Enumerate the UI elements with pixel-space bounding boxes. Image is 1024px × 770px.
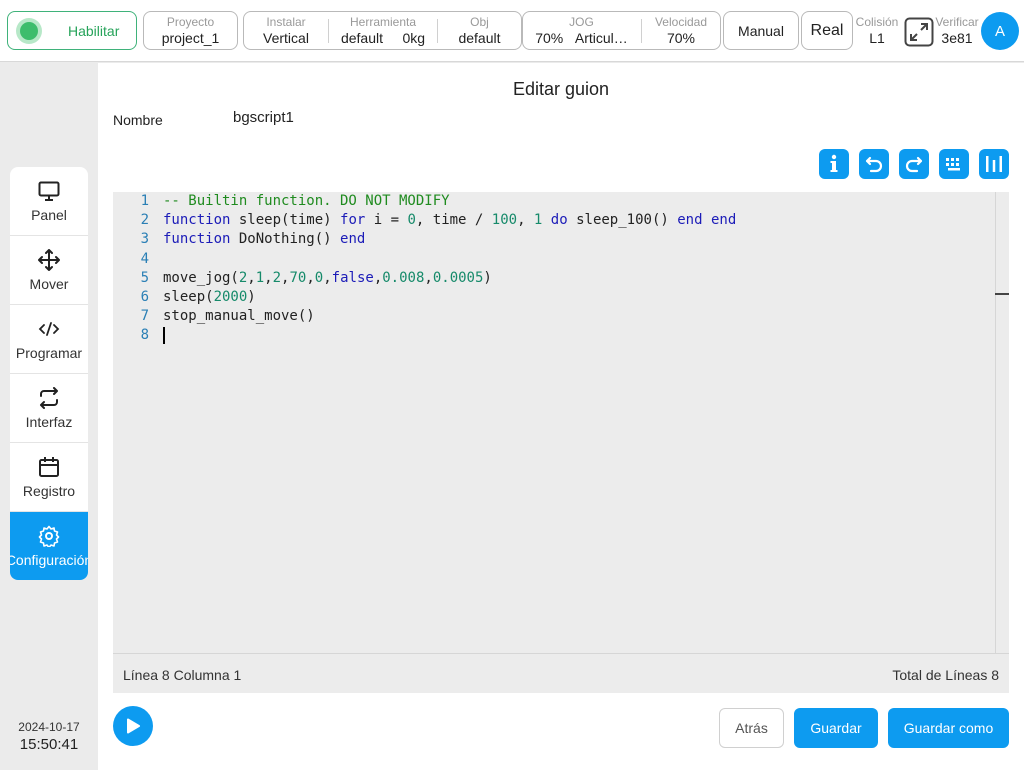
code-line: 3 function DoNothing() end (113, 230, 995, 249)
jog-mode: Articul… (574, 30, 628, 46)
install-tool-panel[interactable]: Instalar Vertical Herramienta default 0k… (243, 11, 522, 50)
user-avatar[interactable]: A (981, 12, 1019, 50)
sidebar-item-interface[interactable]: Interfaz (10, 374, 88, 443)
code-line: 6 sleep(2000) (113, 288, 995, 307)
enable-button[interactable]: Habilitar (7, 11, 137, 50)
real-mode-button[interactable]: Real (801, 11, 853, 50)
collision-level[interactable]: Colisión L1 (855, 14, 899, 50)
code-line: 8 (113, 326, 995, 345)
speed-selector[interactable]: Velocidad 70% (642, 12, 720, 49)
code-line: 1 -- Builtin function. DO NOT MODIFY (140, 193, 450, 209)
swap-arrows-icon (38, 386, 60, 409)
total-lines: Total de Líneas 8 (892, 667, 999, 683)
sidebar-item-label: Registro (22, 482, 76, 499)
monitor-icon (38, 180, 60, 202)
undo-button[interactable] (859, 149, 889, 179)
manual-mode-button[interactable]: Manual (723, 11, 799, 50)
top-bar: Habilitar Proyecto project_1 Instalar Ve… (0, 0, 1024, 62)
keyboard-button[interactable] (939, 149, 969, 179)
install-value: Vertical (263, 30, 309, 46)
sidebar-item-panel[interactable]: Panel (10, 167, 88, 236)
obj-caption: Obj (470, 15, 489, 29)
enable-label: Habilitar (68, 22, 120, 39)
code-text: function DoNothing() end (163, 231, 366, 248)
undo-icon (865, 156, 883, 173)
sidebar-item-label: Interfaz (25, 413, 73, 430)
verify-caption: Verificar (935, 15, 979, 29)
collision-caption: Colisión (855, 15, 899, 29)
system-clock: 2024-10-17 15:50:41 (10, 720, 88, 753)
code-line: 7 stop_manual_move() (113, 307, 995, 326)
jog-caption: JOG (569, 15, 594, 29)
jog-percent: 70% (535, 30, 564, 46)
tool-value: default (340, 30, 383, 46)
editor-statusbar: Línea 8 Columna 1 Total de Líneas 8 (113, 653, 1009, 693)
sidebar-item-settings[interactable]: Configuración (10, 512, 88, 580)
sidebar-nav: Panel Mover Programar Interfaz Registro … (10, 167, 88, 580)
editor-scrollbar[interactable] (995, 192, 1009, 653)
verify-checksum[interactable]: Verificar 3e81 (934, 14, 980, 50)
fullscreen-icon[interactable] (904, 17, 934, 47)
info-icon (830, 154, 838, 172)
code-text: stop_manual_move() (163, 308, 315, 325)
gear-icon (38, 525, 60, 547)
calendar-icon (38, 456, 60, 478)
project-value: project_1 (161, 30, 220, 46)
sidebar-item-log[interactable]: Registro (10, 443, 88, 512)
sidebar-item-label: Panel (31, 206, 67, 223)
enable-status-indicator (16, 17, 42, 44)
play-icon (126, 718, 141, 734)
script-editor-panel: Editar guion Nombre bgscript1 1 -- Builti… (98, 63, 1024, 770)
jog-selector[interactable]: JOG 70% Articul… (523, 12, 640, 49)
jog-speed-panel[interactable]: JOG 70% Articul… Velocidad 70% (522, 11, 721, 50)
code-area[interactable]: 1 -- Builtin function. DO NOT MODIFY 2 fun… (113, 192, 995, 653)
sidebar-item-program[interactable]: Programar (10, 305, 88, 374)
script-name-value[interactable]: bgscript1 (233, 109, 294, 126)
text-cursor (163, 326, 165, 344)
sidebar-item-label: Mover (29, 275, 69, 292)
code-line: 2 function sleep(time) for i = 0, time / … (113, 211, 995, 230)
script-name-label: Nombre (113, 112, 163, 128)
collision-value: L1 (869, 30, 885, 46)
redo-button[interactable] (899, 149, 929, 179)
code-icon (38, 318, 60, 340)
info-button[interactable] (819, 149, 849, 179)
keyboard-icon (946, 158, 960, 171)
code-line: 5 move_jog(2,1,2,70,0,false,0.008,0.0005) (113, 269, 995, 288)
save-as-button[interactable]: Guardar como (888, 708, 1009, 748)
tool-selector[interactable]: Herramienta default 0kg (329, 12, 437, 49)
cursor-position: Línea 8 Columna 1 (123, 667, 242, 683)
install-selector[interactable]: Instalar Vertical (244, 12, 328, 49)
speed-value: 70% (666, 30, 696, 46)
obj-value: default (458, 30, 501, 46)
obj-selector[interactable]: Obj default (438, 12, 521, 49)
tool-caption: Herramienta (349, 15, 417, 29)
move-arrows-icon (38, 248, 60, 271)
columns-button[interactable] (979, 149, 1009, 179)
clock-date: 2024-10-17 (18, 720, 80, 734)
install-caption: Instalar (266, 15, 306, 29)
sidebar-item-move[interactable]: Mover (10, 236, 88, 305)
save-button[interactable]: Guardar (794, 708, 878, 748)
speed-caption: Velocidad (654, 15, 708, 29)
columns-icon (986, 156, 1002, 172)
code-editor[interactable]: 1 -- Builtin function. DO NOT MODIFY 2 fun… (113, 192, 1009, 653)
verify-value: 3e81 (941, 30, 973, 46)
run-script-button[interactable] (113, 706, 153, 746)
page-title: Editar guion (512, 79, 610, 99)
sidebar-item-label: Configuración (10, 552, 88, 568)
code-text: move_jog(2,1,2,70,0,false,0.008,0.0005) (163, 269, 492, 286)
project-selector[interactable]: Proyecto project_1 (143, 11, 238, 50)
project-caption: Proyecto (166, 15, 215, 29)
code-comment: -- Builtin function. DO NOT MODIFY (163, 193, 450, 209)
clock-time: 15:50:41 (19, 736, 79, 753)
sidebar-item-label: Programar (15, 344, 83, 361)
editor-toolbar (819, 149, 1009, 179)
code-text: sleep(2000) (163, 288, 256, 305)
tool-payload: 0kg (402, 30, 426, 46)
redo-icon (905, 156, 923, 173)
back-button[interactable]: Atrás (719, 708, 784, 748)
code-line: 4 (140, 250, 149, 267)
code-text: function sleep(time) for i = 0, time / 1… (163, 212, 737, 229)
